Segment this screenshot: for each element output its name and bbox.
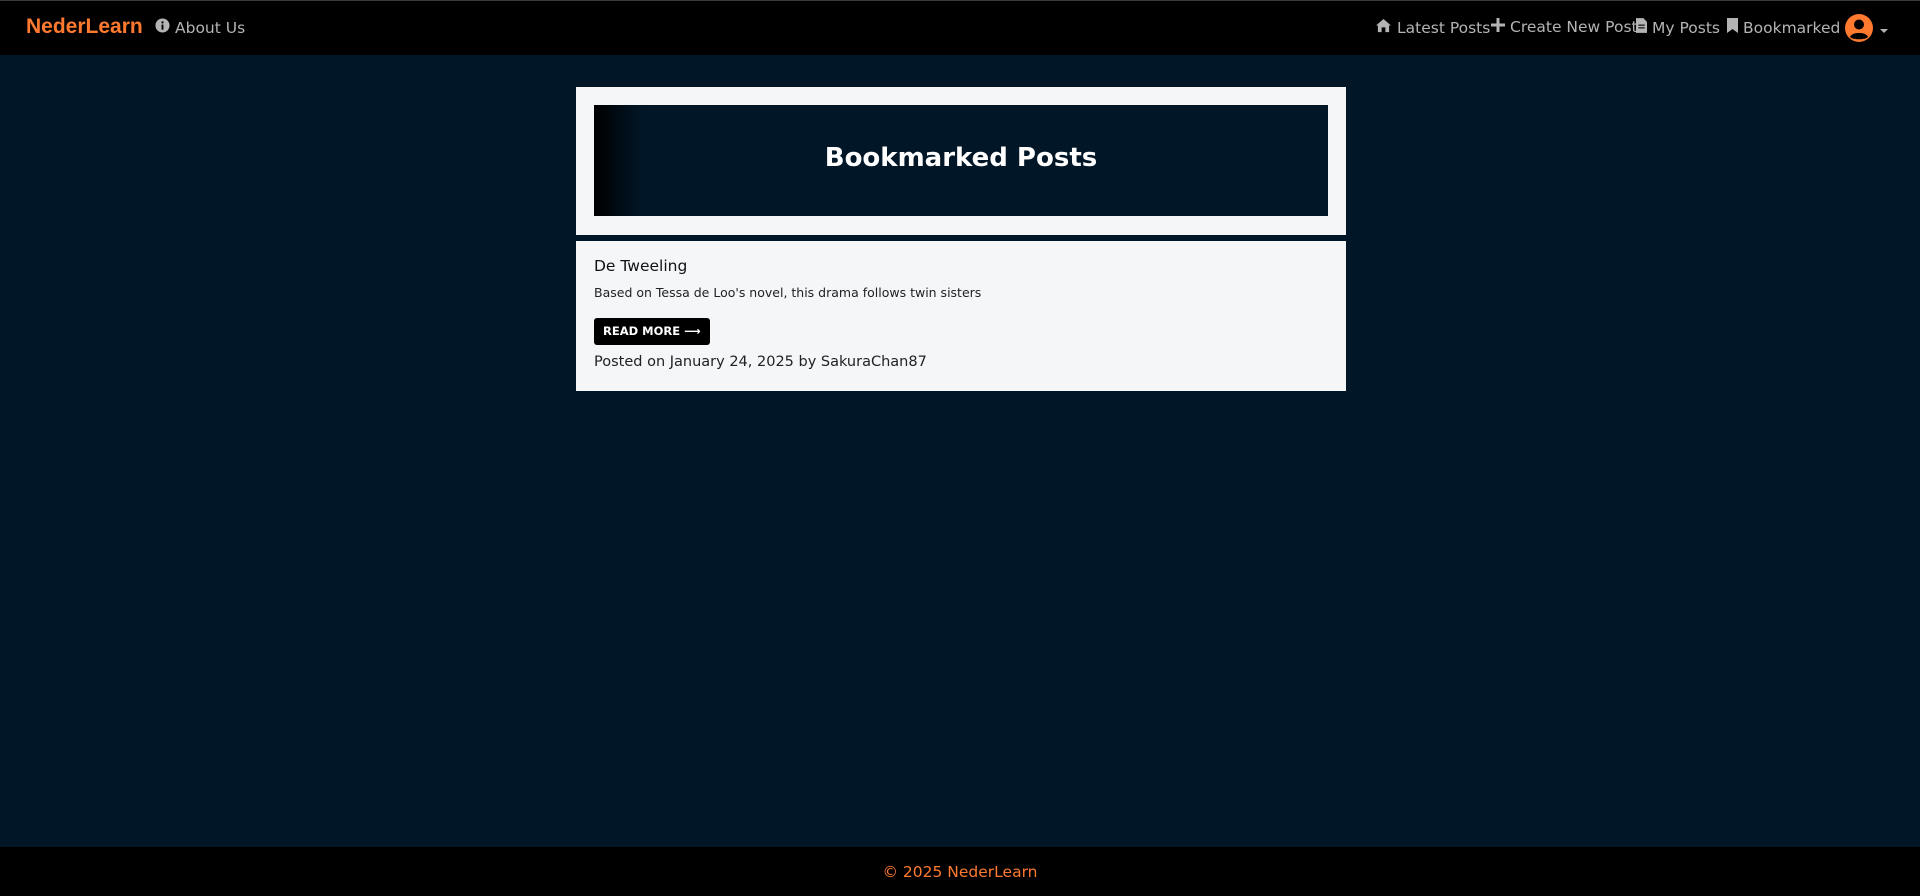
brand-logo[interactable]: NederLearn: [26, 15, 143, 39]
nav-latest-posts[interactable]: Latest Posts: [1375, 18, 1490, 37]
read-more-button[interactable]: READ MORE ⟶: [594, 318, 710, 345]
nav-my-posts[interactable]: My Posts: [1636, 18, 1720, 37]
page-footer: © 2025 NederLearn: [0, 847, 1920, 896]
home-icon: [1375, 18, 1392, 37]
page-header-banner: Bookmarked Posts: [594, 105, 1328, 216]
nav-create-new-post-label: Create New Post: [1510, 18, 1638, 36]
user-circle-icon: [1844, 13, 1874, 47]
nav-latest-posts-label: Latest Posts: [1397, 18, 1491, 37]
footer-copyright: © 2025 NederLearn: [882, 862, 1038, 881]
nav-about-us[interactable]: About Us: [155, 18, 245, 37]
bookmark-icon: [1727, 18, 1738, 37]
info-circle-icon: [155, 18, 170, 37]
nav-bookmarked[interactable]: Bookmarked: [1727, 18, 1840, 37]
file-icon: [1636, 18, 1647, 37]
post-card: De Tweeling Based on Tessa de Loo's nove…: [576, 241, 1346, 391]
plus-icon: [1491, 18, 1505, 36]
page-header-card: Bookmarked Posts: [576, 87, 1346, 235]
nav-about-us-label: About Us: [175, 18, 246, 37]
user-menu-toggle[interactable]: [1844, 13, 1888, 47]
post-excerpt: Based on Tessa de Loo's novel, this dram…: [594, 285, 982, 300]
chevron-down-icon: [1880, 29, 1888, 33]
nav-bookmarked-label: Bookmarked: [1743, 18, 1841, 37]
top-navbar: NederLearn About Us Latest Posts Create …: [0, 0, 1920, 55]
post-title: De Tweeling: [594, 257, 688, 275]
nav-create-new-post[interactable]: Create New Post: [1491, 18, 1638, 36]
page-title: Bookmarked Posts: [824, 142, 1098, 173]
nav-my-posts-label: My Posts: [1652, 18, 1720, 37]
post-meta: Posted on January 24, 2025 by SakuraChan…: [594, 354, 927, 370]
